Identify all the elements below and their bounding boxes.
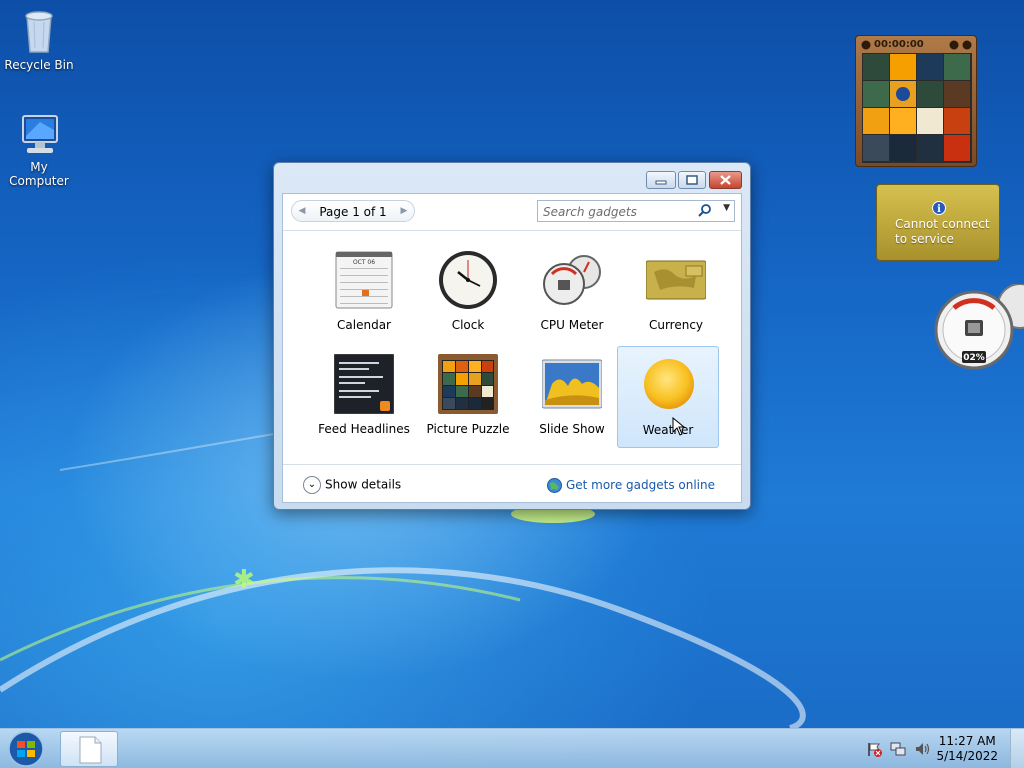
start-button[interactable]	[4, 730, 48, 768]
show-desktop-button[interactable]	[1010, 729, 1024, 768]
page-navigator: ◀ Page 1 of 1 ▶	[291, 200, 415, 222]
top-separator	[283, 230, 741, 231]
clock-small-icon	[861, 40, 871, 50]
search-placeholder: Search gadgets	[543, 205, 637, 219]
gadget-tile-currency[interactable]: Currency	[625, 244, 727, 346]
info-icon: i	[932, 201, 946, 215]
weather-icon	[644, 359, 694, 409]
cpu-meter-icon	[543, 255, 601, 305]
windows-logo-icon	[8, 731, 44, 767]
chevron-down-icon: ⌄	[303, 476, 321, 494]
gadget-tile-slide-show[interactable]: Slide Show	[521, 348, 623, 450]
minimize-button[interactable]	[646, 171, 676, 189]
refresh-icon[interactable]	[962, 40, 972, 50]
gadget-tile-calendar[interactable]: OCT 06 Calendar	[313, 244, 415, 346]
puzzle-board[interactable]	[862, 53, 972, 163]
bottom-separator	[283, 464, 741, 465]
svg-text:i: i	[937, 204, 941, 215]
search-gadgets-field[interactable]: Search gadgets ▼	[537, 200, 735, 222]
gadget-label: Weather	[642, 423, 694, 437]
recycle-bin-icon	[25, 11, 53, 53]
search-dropdown-icon[interactable]: ▼	[723, 203, 730, 213]
show-details-toggle[interactable]: ⌄ Show details	[303, 476, 401, 494]
next-page-icon[interactable]: ▶	[397, 204, 411, 218]
network-icon[interactable]	[890, 741, 906, 757]
document-icon	[79, 736, 102, 764]
puzzle-timer: 00:00:00	[874, 39, 924, 50]
computer-icon	[22, 115, 58, 153]
taskbar-item-explorer[interactable]	[60, 731, 118, 767]
gadget-label: Currency	[648, 318, 704, 332]
currency-error-message: Cannot connect to service	[895, 217, 990, 246]
gadget-label: Slide Show	[539, 422, 605, 436]
clock-date: 5/14/2022	[936, 749, 998, 763]
desktop-icon-recycle-bin[interactable]: Recycle Bin	[0, 8, 79, 72]
minimize-icon	[655, 180, 667, 185]
get-more-gadgets-link[interactable]: Get more gadgets online	[546, 478, 715, 493]
gadget-gallery-panel: ◀ Page 1 of 1 ▶ Search gadgets ▼ OCT 06	[282, 193, 742, 503]
cpu-meter-gadget[interactable]: 02%	[934, 284, 1024, 374]
action-center-flag-icon[interactable]	[866, 741, 882, 757]
slide-show-icon	[542, 359, 602, 409]
gadget-tile-picture-puzzle[interactable]: Picture Puzzle	[417, 348, 519, 450]
currency-gadget[interactable]: i Cannot connect to service	[876, 184, 1000, 261]
desktop-icon-my-computer[interactable]: My Computer	[0, 114, 79, 188]
gadget-label: Clock	[451, 318, 485, 332]
restore-icon	[686, 175, 698, 185]
taskbar: 11:27 AM 5/14/2022	[0, 728, 1024, 768]
desktop-icon-label: My Computer	[9, 160, 69, 188]
desktop-icon-label: Recycle Bin	[4, 58, 74, 72]
picture-puzzle-icon	[438, 354, 498, 414]
cpu-reading: 02%	[963, 353, 985, 363]
help-icon[interactable]	[949, 40, 959, 50]
gadget-tile-weather[interactable]: Weather	[617, 346, 719, 448]
svg-text:OCT 06: OCT 06	[353, 259, 375, 266]
svg-text:✱: ✱	[233, 565, 255, 595]
page-label: Page 1 of 1	[319, 205, 387, 219]
gadget-label: Feed Headlines	[318, 422, 410, 436]
gadget-label: Picture Puzzle	[426, 422, 510, 436]
currency-icon	[646, 260, 706, 300]
feed-headlines-icon	[334, 354, 394, 414]
get-more-gadgets-label: Get more gadgets online	[565, 478, 715, 492]
mouse-cursor-icon	[672, 417, 686, 436]
picture-puzzle-gadget[interactable]: 00:00:00	[855, 35, 977, 167]
close-icon	[720, 175, 731, 185]
volume-icon[interactable]	[914, 741, 930, 757]
clock-time: 11:27 AM	[938, 734, 996, 748]
globe-icon	[546, 478, 562, 493]
system-clock[interactable]: 11:27 AM 5/14/2022	[936, 734, 998, 764]
gadget-tile-feed-headlines[interactable]: Feed Headlines	[313, 348, 415, 450]
restore-button[interactable]	[678, 171, 706, 189]
show-details-label: Show details	[325, 477, 402, 492]
gadget-tile-clock[interactable]: Clock	[417, 244, 519, 346]
calendar-icon: OCT 06	[335, 251, 393, 309]
clock-icon	[439, 251, 497, 309]
gadget-label: Calendar	[337, 318, 391, 332]
close-button[interactable]	[709, 171, 742, 189]
gadget-label: CPU Meter	[540, 318, 604, 332]
gadget-tile-cpu-meter[interactable]: CPU Meter	[521, 244, 623, 346]
search-icon[interactable]	[698, 203, 712, 219]
gadget-gallery-window[interactable]: ◀ Page 1 of 1 ▶ Search gadgets ▼ OCT 06	[273, 162, 751, 510]
